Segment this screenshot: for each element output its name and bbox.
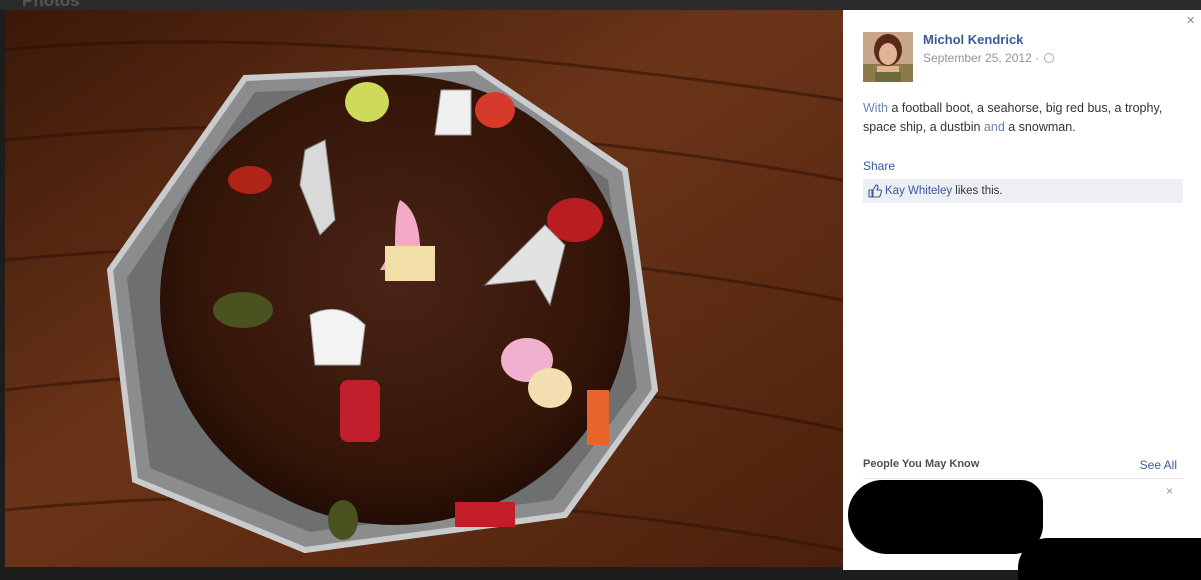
globe-icon[interactable]	[1044, 53, 1055, 63]
photo[interactable]	[5, 10, 843, 567]
caption-part-1: With	[863, 101, 888, 115]
pymk-divider	[863, 478, 1183, 479]
date-separator: ·	[1035, 51, 1040, 65]
author-avatar[interactable]	[863, 32, 913, 82]
like-thumb-icon	[868, 184, 882, 198]
liker-name-link[interactable]: Kay Whiteley	[885, 185, 952, 197]
photo-sidebar: × Michol Kendrick September 25, 2012 · W…	[843, 10, 1201, 580]
photo-viewer-topbar: Photos	[0, 0, 1201, 10]
people-you-may-know-heading: People You May Know	[863, 458, 980, 470]
photo-caption: With a football boot, a seahorse, big re…	[863, 99, 1188, 137]
dismiss-suggestion-icon[interactable]: ×	[1166, 484, 1173, 498]
share-link[interactable]: Share	[863, 159, 895, 173]
close-icon[interactable]: ×	[1186, 12, 1195, 29]
photos-title: Photos	[22, 0, 80, 10]
caption-part-3: and	[983, 120, 1005, 134]
author-name-link[interactable]: Michol Kendrick	[923, 32, 1023, 47]
likes-suffix: likes this.	[952, 185, 1003, 197]
post-meta: September 25, 2012 ·	[923, 51, 1055, 65]
avatar-image	[863, 32, 913, 82]
likes-bar: Kay Whiteley likes this.	[863, 179, 1183, 203]
redacted-area	[848, 480, 1043, 554]
caption-part-4: a snowman.	[1004, 120, 1076, 134]
likes-text: Kay Whiteley likes this.	[885, 179, 1003, 203]
see-all-link[interactable]: See All	[1140, 458, 1177, 472]
cake-photo-image	[5, 10, 843, 567]
redacted-area	[1018, 538, 1201, 580]
post-date[interactable]: September 25, 2012	[923, 51, 1032, 65]
